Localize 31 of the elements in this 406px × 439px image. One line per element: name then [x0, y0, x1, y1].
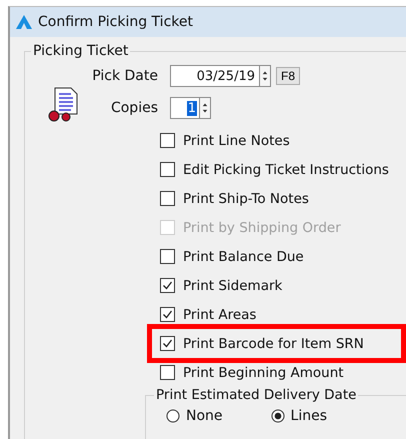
- checkbox[interactable]: [160, 336, 175, 351]
- checkbox[interactable]: [160, 249, 175, 264]
- window-title: Confirm Picking Ticket: [38, 14, 193, 30]
- radio-label[interactable]: Lines: [290, 408, 328, 424]
- checkbox-label[interactable]: Edit Picking Ticket Instructions: [183, 162, 389, 178]
- group-title: Print Estimated Delivery Date: [154, 387, 358, 403]
- field-label: Pick Date: [91, 68, 159, 84]
- group-title: Picking Ticket: [31, 43, 130, 59]
- checkbox-label[interactable]: Print Line Notes: [183, 132, 290, 148]
- radio-button[interactable]: [166, 409, 180, 423]
- checkbox[interactable]: [160, 133, 175, 148]
- checkbox-label[interactable]: Print Ship-To Notes: [183, 190, 309, 206]
- date-field[interactable]: 03/25/19: [170, 65, 260, 87]
- radio-button[interactable]: [270, 409, 285, 423]
- field-label: Copies: [110, 100, 159, 116]
- checkbox-label[interactable]: Print Balance Due: [183, 248, 304, 264]
- checkbox[interactable]: [160, 365, 175, 380]
- checkbox[interactable]: [160, 307, 175, 322]
- radio-label[interactable]: None: [186, 408, 223, 424]
- checkbox[interactable]: [160, 278, 175, 293]
- checkbox-label[interactable]: Print Areas: [183, 306, 256, 322]
- checkbox-label[interactable]: Print Sidemark: [183, 278, 282, 294]
- logo-icon: [16, 15, 32, 29]
- f8-button[interactable]: F8: [276, 67, 300, 85]
- spinner-icon[interactable]: [260, 65, 271, 87]
- copies-field[interactable]: 1: [170, 97, 200, 119]
- checkbox[interactable]: [160, 162, 175, 177]
- checkbox-label[interactable]: Print Barcode for Item SRN: [183, 336, 364, 352]
- spinner-icon[interactable]: [200, 97, 211, 119]
- checkbox[interactable]: [160, 191, 175, 206]
- checkbox-label[interactable]: Print Beginning Amount: [183, 364, 344, 380]
